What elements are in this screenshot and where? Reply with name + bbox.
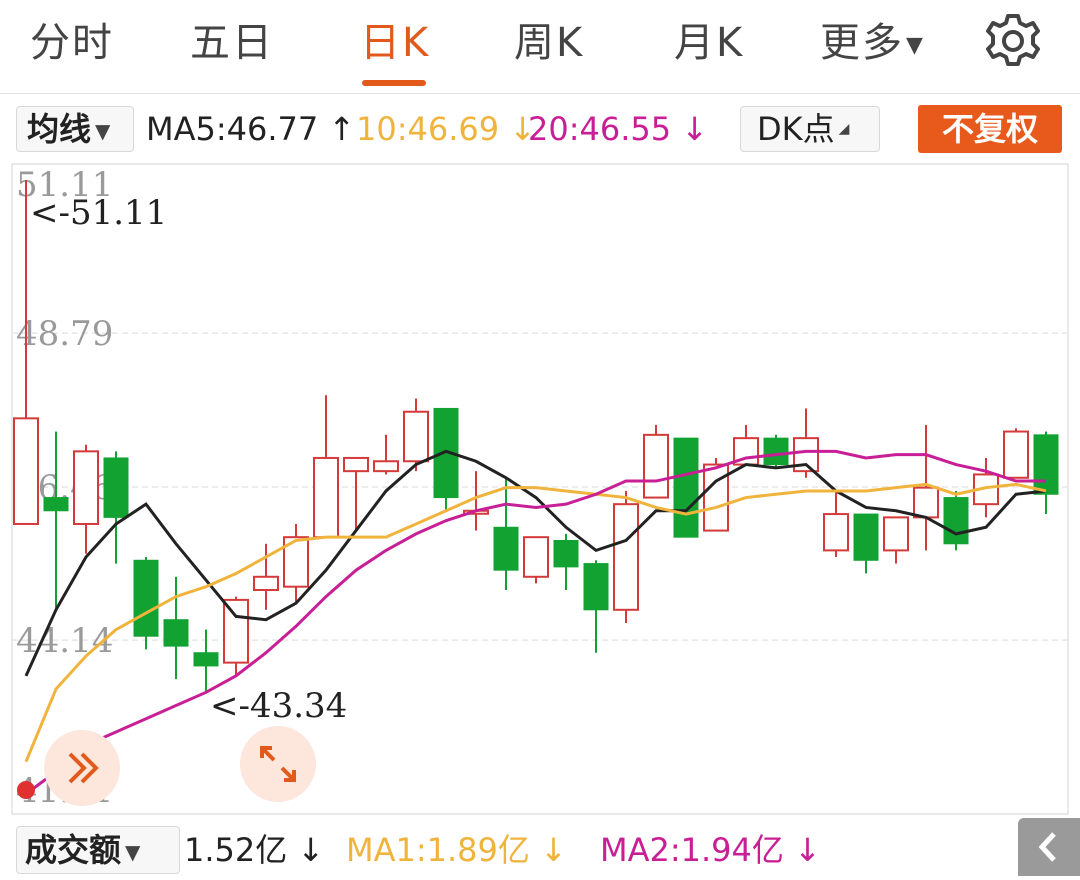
chevron-left-icon (1038, 832, 1056, 862)
tab-monthly-k[interactable]: 月K (674, 10, 744, 68)
candle-body (163, 619, 189, 647)
tab-weekly-k[interactable]: 周K (514, 10, 584, 68)
candle-body (193, 652, 219, 667)
candle-body (133, 559, 159, 637)
scroll-left-button[interactable] (1018, 818, 1080, 876)
volume-selector-label: 成交额 (25, 831, 122, 869)
candle-body (913, 486, 939, 519)
candle-body (943, 497, 969, 545)
candlestick-chart[interactable]: 51.1148.7946.4644.1441.81<-51.11<-43.34 (0, 160, 1080, 816)
active-tab-indicator (362, 80, 426, 86)
candle-body (103, 457, 129, 518)
candle-body (643, 433, 669, 499)
double-chevron-icon (68, 752, 99, 784)
candle-body (703, 463, 729, 532)
candle-body (253, 575, 279, 591)
candle-body (763, 437, 789, 466)
volume-ma2-readout: MA2:1.94亿 ↓ (600, 831, 821, 869)
tab-intraday[interactable]: 分时 (30, 10, 114, 68)
volume-readout: 1.52亿 ↓ (184, 831, 325, 869)
candle-body (583, 563, 609, 611)
caret-down-icon: ▼ (95, 119, 111, 143)
candle-body (493, 526, 519, 571)
dk-point-label: DK点 (757, 110, 835, 148)
y-tick-label: 48.79 (16, 314, 113, 354)
candle-body (523, 536, 549, 578)
fast-forward-button[interactable] (44, 730, 120, 806)
candle-body (1003, 430, 1029, 479)
candle-body (13, 417, 39, 525)
candle-body (673, 437, 699, 538)
candle-body (883, 516, 909, 552)
volume-selector[interactable]: 成交额 ▼ (16, 826, 180, 874)
candle-body (613, 503, 639, 611)
candle-body (43, 497, 69, 512)
ma20-readout: 20:46.55 ↓ (528, 110, 709, 148)
origin-marker (17, 781, 35, 799)
ma-selector-label: 均线 (27, 110, 92, 148)
candle-body (343, 456, 369, 473)
candle-body (1033, 434, 1059, 495)
candle-body (553, 539, 579, 568)
candle-body (853, 513, 879, 561)
candle-body (223, 598, 249, 664)
candle-body (73, 450, 99, 525)
tab-daily-k[interactable]: 日K (360, 10, 430, 68)
period-tab-bar: 分时 五日 日K 周K 月K 更多▼ (0, 0, 1080, 94)
candle-body (823, 513, 849, 552)
ma5-readout: MA5:46.77 ↑ (146, 110, 356, 148)
tab-more-label: 更多 (820, 20, 904, 66)
candle-body (313, 456, 339, 539)
caret-down-icon: ▼ (906, 32, 925, 58)
ma10-readout: 10:46.69 ↓ (356, 110, 537, 148)
y-tick-label: 44.14 (16, 621, 113, 661)
min-price-label: <-43.34 (210, 686, 347, 726)
dk-point-selector[interactable]: DK点 ◢ (740, 106, 880, 152)
candle-body (373, 460, 399, 473)
volume-ma1-readout: MA1:1.89亿 ↓ (346, 831, 567, 869)
expand-button[interactable] (240, 726, 316, 802)
caret-down-icon: ▼ (125, 840, 141, 864)
gear-icon[interactable] (982, 10, 1044, 72)
candle-body (403, 410, 429, 463)
expand-icon (260, 746, 296, 782)
corner-caret-icon: ◢ (838, 121, 850, 137)
tab-more[interactable]: 更多▼ (820, 10, 925, 68)
fuquan-button[interactable]: 不复权 (918, 105, 1062, 153)
ma-selector[interactable]: 均线 ▼ (16, 106, 134, 152)
max-price-label: <-51.11 (30, 193, 167, 233)
tab-five-day[interactable]: 五日 (190, 10, 274, 68)
